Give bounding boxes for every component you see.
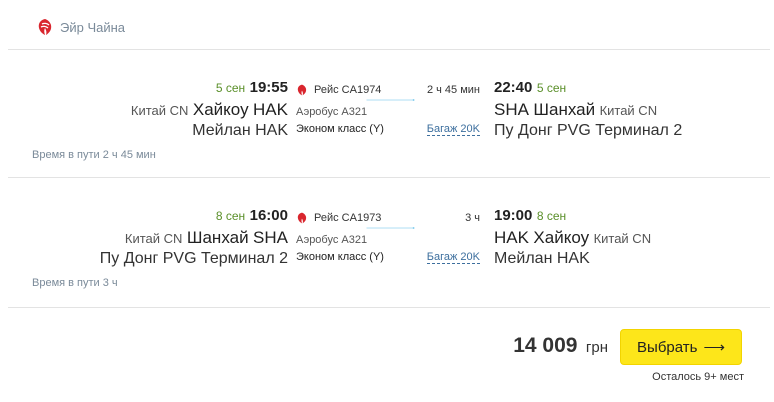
arrival-city: SHA Шанхай Китай CN [494,100,657,120]
air-china-logo-icon [297,84,307,96]
price-amount: 14 009 [513,334,578,357]
departure-time: 16:00 [249,207,288,224]
arrival-city-code: HAK [494,228,529,247]
arrival-time: 22:40 [494,79,533,96]
arrival-date: 8 сен [536,209,567,223]
flight-arrow-icon [366,99,415,101]
flight-offer-card: Эйр Чайна 5 сен 19:55 Китай CN Хайкоу HA… [8,0,770,402]
flight-arrow-icon [366,227,415,229]
offer-price: 14 009 грн [513,334,608,358]
flight-duration: 2 ч 45 мин [426,84,480,96]
travel-time: Время в пути 3 ч [32,277,118,289]
arrival-datetime: 22:40 5 сен [494,79,566,97]
seats-left-note: Осталось 9+ мест [652,371,744,383]
flight-info: Рейс CA1974 2 ч 45 мин [296,83,486,99]
arrival-country: Китай CN [593,231,652,246]
select-button[interactable]: Выбрать ⟶ [620,329,742,365]
arrival-city-name: Хайкоу [533,228,590,247]
offer-header: Эйр Чайна [8,0,770,50]
flight-info: Рейс CA1973 3 ч [296,211,486,227]
arrival-time: 19:00 [494,207,533,224]
arrival-city-code: SHA [494,100,529,119]
flight-number: Рейс CA1974 [314,84,382,96]
arrival-city: HAK Хайкоу Китай CN [494,228,651,248]
flight-leg-return: 8 сен 16:00 Китай CN Шанхай SHA Пу Донг … [8,178,770,308]
flight-number: Рейс CA1973 [314,212,382,224]
departure-city-code: HAK [253,100,288,119]
departure-airport: Пу Донг PVG Терминал 2 [99,250,288,267]
departure-datetime: 5 сен 19:55 [216,79,288,97]
departure-country: Китай CN [130,103,189,118]
departure-date: 5 сен [215,81,246,95]
departure-airport: Мейлан HAK [192,122,288,139]
air-china-logo-icon [297,212,307,224]
departure-time: 19:55 [249,79,288,96]
aircraft-type: Аэробус А321 [296,106,368,118]
baggage-link[interactable]: Багаж 20K [426,123,480,136]
arrival-date: 5 сен [536,81,567,95]
arrival-country: Китай CN [599,103,658,118]
departure-country: Китай CN [124,231,183,246]
departure-date: 8 сен [215,209,246,223]
arrival-airport: Мейлан HAK [494,250,590,267]
departure-city: Китай CN Хайкоу HAK [131,100,288,120]
departure-city: Китай CN Шанхай SHA [125,228,288,248]
departure-city-name: Хайкоу [192,100,249,119]
arrow-right-icon: ⟶ [703,339,725,356]
price-currency: грн [585,339,608,356]
arrival-city-name: Шанхай [533,100,596,119]
departure-city-code: SHA [253,228,288,247]
arrival-datetime: 19:00 8 сен [494,207,566,225]
air-china-logo-icon [38,19,52,35]
flight-leg-outbound: 5 сен 19:55 Китай CN Хайкоу HAK Мейлан H… [8,50,770,178]
departure-city-name: Шанхай [186,228,249,247]
airline-name: Эйр Чайна [60,20,126,35]
flight-duration: 3 ч [465,212,480,224]
select-button-label: Выбрать [637,338,698,356]
departure-datetime: 8 сен 16:00 [216,207,288,225]
baggage-link[interactable]: Багаж 20K [426,251,480,264]
arrival-airport: Пу Донг PVG Терминал 2 [494,122,683,139]
aircraft-type: Аэробус А321 [296,234,368,246]
travel-time: Время в пути 2 ч 45 мин [32,149,156,161]
